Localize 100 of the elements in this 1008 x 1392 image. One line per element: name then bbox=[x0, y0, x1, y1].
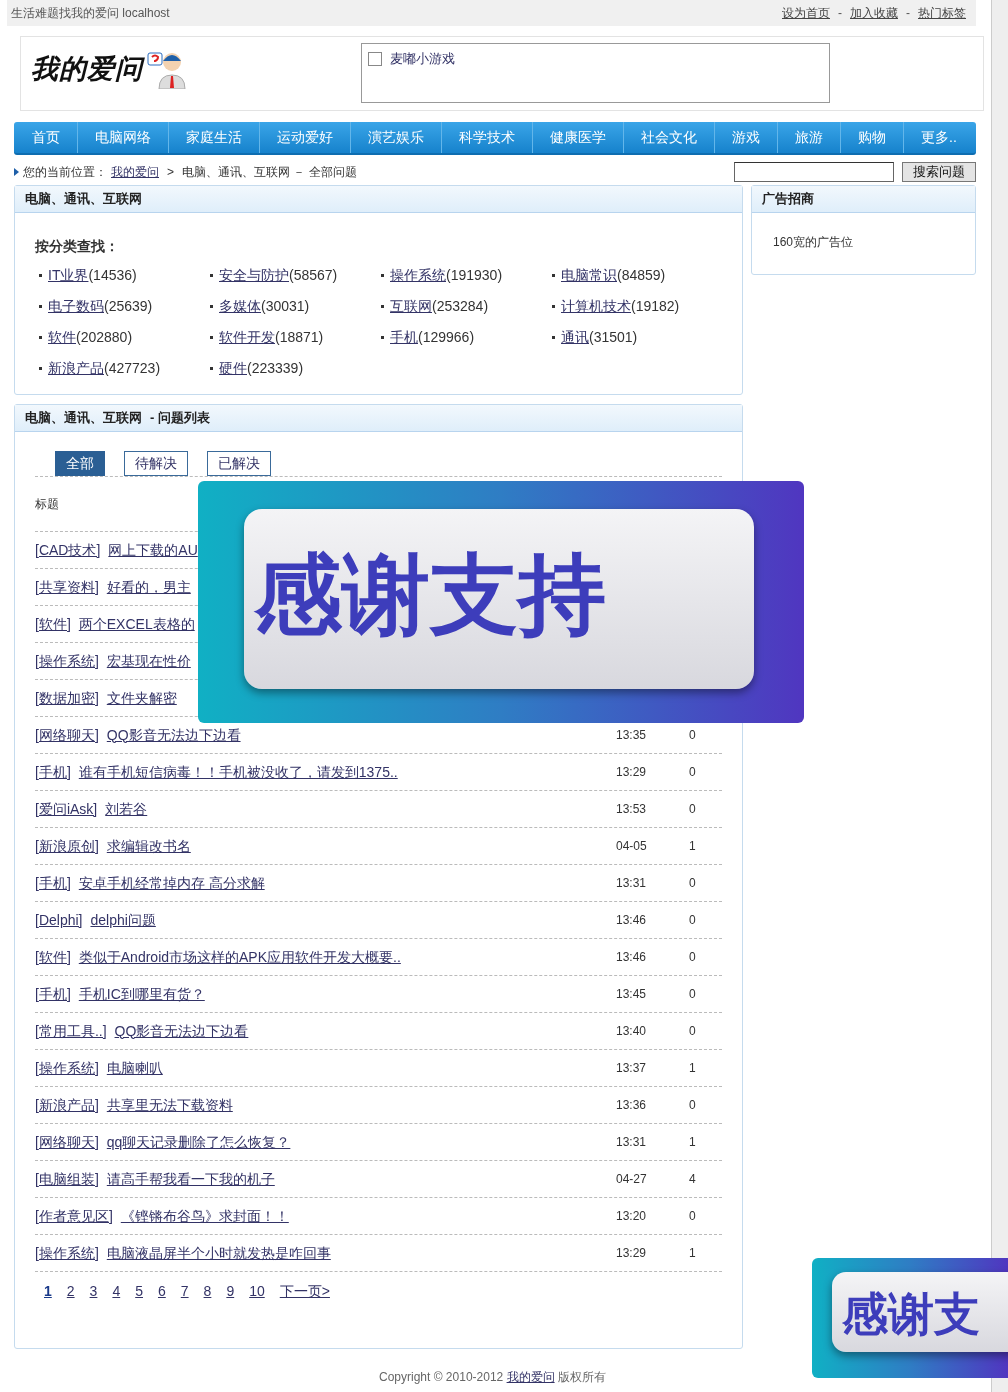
question-link[interactable]: 电脑液晶屏半个小时就发热是咋回事 bbox=[106, 1242, 331, 1264]
category-link[interactable]: 软件开发 bbox=[219, 327, 275, 348]
category-link[interactable]: [数据加密] bbox=[35, 687, 99, 709]
category-link[interactable]: 软件 bbox=[48, 327, 76, 348]
question-link[interactable]: 好看的，男主 bbox=[106, 576, 191, 598]
time-text: 13:40 bbox=[616, 1024, 647, 1038]
category-link[interactable]: 通讯 bbox=[561, 327, 589, 348]
site-tagline: 生活难题找我的爱问 localhost bbox=[11, 5, 170, 22]
panel-title: 电脑、通讯、互联网 bbox=[25, 409, 142, 427]
category-link[interactable]: 多媒体 bbox=[219, 296, 261, 317]
category-link[interactable]: [操作系统] bbox=[35, 1242, 99, 1264]
category-link[interactable]: IT业界 bbox=[48, 265, 89, 286]
question-link[interactable]: 谁有手机短信病毒！！手机被没收了，请发到1375.. bbox=[78, 761, 398, 783]
answer-count: 0 bbox=[689, 1098, 696, 1112]
category-link[interactable]: 手机 bbox=[390, 327, 418, 348]
banner-text: 感谢支 bbox=[832, 1272, 1008, 1352]
category-link[interactable]: [爱问iAsk] bbox=[35, 798, 98, 820]
category-link[interactable]: [操作系统] bbox=[35, 1057, 99, 1079]
bullet-icon bbox=[39, 274, 42, 277]
category-link[interactable]: [软件] bbox=[35, 613, 71, 635]
logo-text: 我的爱问 bbox=[31, 52, 143, 86]
category-count: (202880) bbox=[76, 328, 133, 347]
category-link[interactable]: 硬件 bbox=[219, 358, 247, 379]
question-link[interactable]: 两个EXCEL表格的 bbox=[78, 613, 195, 635]
page-link[interactable]: 5 bbox=[135, 1281, 143, 1302]
filter-tab[interactable]: 已解决 bbox=[207, 451, 271, 476]
category-link[interactable]: [手机] bbox=[35, 872, 71, 894]
scrollbar[interactable] bbox=[991, 0, 1008, 1392]
top-link[interactable]: 设为首页 bbox=[782, 4, 830, 22]
breadcrumb-link[interactable]: 我的爱问 bbox=[111, 163, 159, 181]
page-link[interactable]: 10 bbox=[249, 1281, 265, 1302]
time-text: 13:31 bbox=[616, 1135, 647, 1149]
page-link[interactable]: 7 bbox=[180, 1281, 189, 1302]
category-link[interactable]: [共享资料] bbox=[35, 576, 99, 598]
arrow-icon bbox=[14, 168, 19, 176]
category-link[interactable]: 互联网 bbox=[390, 296, 432, 317]
bullet-icon bbox=[381, 274, 384, 277]
bullet-icon bbox=[552, 305, 555, 308]
page-link[interactable]: 1 bbox=[44, 1281, 52, 1302]
question-link[interactable]: 手机IC到哪里有货？ bbox=[78, 983, 205, 1005]
separator-text: - bbox=[906, 5, 910, 22]
category-link[interactable]: [新浪原创] bbox=[35, 835, 99, 857]
separator-text: - bbox=[838, 5, 842, 22]
category-link[interactable]: 电脑常识 bbox=[561, 265, 617, 286]
question-link[interactable]: 宏基现在性价 bbox=[106, 650, 191, 672]
filter-tab[interactable]: 待解决 bbox=[124, 451, 188, 476]
nav-link[interactable]: 更多.. bbox=[904, 122, 974, 153]
category-link[interactable]: [CAD技术] bbox=[35, 539, 101, 561]
question-link[interactable]: 刘若谷 bbox=[105, 798, 148, 820]
filter-tab[interactable]: 全部 bbox=[55, 451, 105, 476]
page-link[interactable]: 9 bbox=[226, 1281, 235, 1302]
question-link[interactable]: 《铿锵布谷鸟》求封面！！ bbox=[120, 1205, 289, 1227]
category-link[interactable]: [网络聊天] bbox=[35, 724, 99, 746]
category-link[interactable]: 电子数码 bbox=[48, 296, 104, 317]
question-link[interactable]: QQ影音无法边下边看 bbox=[114, 1020, 249, 1042]
question-link[interactable]: 文件夹解密 bbox=[106, 687, 177, 709]
question-link[interactable]: qq聊天记录删除了怎么恢复？ bbox=[106, 1131, 291, 1153]
time-text: 13:53 bbox=[616, 802, 647, 816]
category-link[interactable]: [网络聊天] bbox=[35, 1131, 99, 1153]
page-link[interactable]: 4 bbox=[112, 1281, 121, 1302]
category-link[interactable]: [操作系统] bbox=[35, 650, 99, 672]
bullet-icon bbox=[552, 336, 555, 339]
question-link[interactable]: 请高手帮我看一下我的机子 bbox=[106, 1168, 275, 1190]
ad-banner[interactable]: 感谢支 bbox=[812, 1258, 1008, 1378]
category-link[interactable]: [作者意见区] bbox=[35, 1205, 113, 1227]
category-link[interactable]: [Delphi] bbox=[35, 909, 83, 931]
question-link[interactable]: 共享里无法下载资料 bbox=[106, 1094, 233, 1116]
page-link[interactable]: 2 bbox=[66, 1281, 75, 1302]
category-link[interactable]: [手机] bbox=[35, 761, 71, 783]
category-link[interactable]: 安全与防护 bbox=[219, 265, 289, 286]
category-link[interactable]: [手机] bbox=[35, 983, 71, 1005]
panel-title: 广告招商 bbox=[752, 186, 975, 213]
bullet-icon bbox=[381, 336, 384, 339]
category-link[interactable]: 计算机技术 bbox=[561, 296, 631, 317]
copyright-text: Copyright © 2010-2012 我的爱问 版权所有 bbox=[379, 1369, 606, 1386]
top-link[interactable]: 加入收藏 bbox=[850, 4, 898, 22]
category-link[interactable]: 新浪产品 bbox=[48, 358, 104, 379]
page-link[interactable]: 6 bbox=[158, 1281, 166, 1302]
question-link[interactable]: 电脑喇叭 bbox=[106, 1057, 163, 1079]
category-link[interactable]: [软件] bbox=[35, 946, 71, 968]
top-link[interactable]: 热门标签 bbox=[918, 4, 966, 22]
category-link[interactable]: [电脑组装] bbox=[35, 1168, 99, 1190]
question-link[interactable]: QQ影音无法边下边看 bbox=[106, 724, 241, 746]
footer-link[interactable]: 我的爱问 bbox=[506, 1370, 555, 1384]
search-button[interactable]: 搜索问题 bbox=[902, 162, 976, 182]
question-link[interactable]: 安卓手机经常掉内存 高分求解 bbox=[78, 872, 265, 894]
page-link[interactable]: 3 bbox=[89, 1281, 98, 1302]
ad-banner[interactable]: 感谢支持 bbox=[198, 481, 804, 723]
question-link[interactable]: 类似于Android市场这样的APK应用软件开发大概要.. bbox=[78, 946, 401, 968]
next-page-link[interactable]: 下一页> bbox=[279, 1281, 330, 1302]
search-field[interactable] bbox=[734, 162, 894, 182]
category-link[interactable]: 操作系统 bbox=[390, 265, 446, 286]
question-link[interactable]: delphi问题 bbox=[90, 909, 156, 931]
page-link[interactable]: 8 bbox=[203, 1281, 212, 1302]
category-link[interactable]: [常用工具..] bbox=[35, 1020, 107, 1042]
category-link[interactable]: [新浪产品] bbox=[35, 1094, 99, 1116]
question-link[interactable]: 网上下载的AU bbox=[108, 539, 198, 561]
question-link[interactable]: 求编辑改书名 bbox=[106, 835, 191, 857]
time-text: 04-27 bbox=[616, 1172, 647, 1186]
time-text: 13:31 bbox=[616, 876, 647, 890]
